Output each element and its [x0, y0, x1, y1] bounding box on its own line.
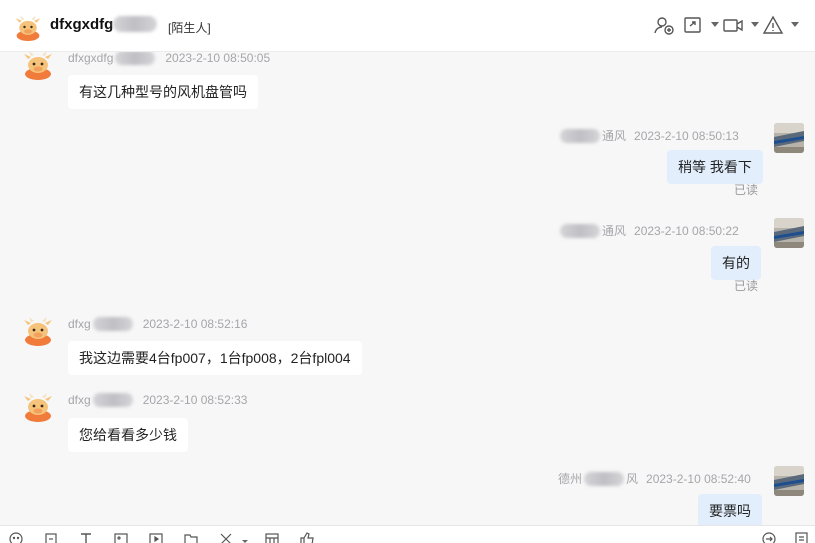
calendar-icon[interactable] — [264, 531, 280, 543]
video-icon[interactable] — [148, 531, 164, 543]
sender-avatar[interactable] — [22, 314, 54, 346]
message-meta: 通风 2023-2-10 08:50:13 — [558, 127, 739, 144]
screenshot-icon[interactable] — [43, 531, 59, 543]
stranger-tag: [陌生人] — [168, 21, 211, 35]
message-meta: 德州风 2023-2-10 08:52:40 — [558, 471, 751, 486]
message-bubble[interactable]: 有的 — [711, 246, 761, 280]
read-status: 已读 — [734, 279, 759, 293]
redacted-text — [560, 223, 600, 238]
read-status: 已读 — [734, 183, 759, 197]
redacted-text — [92, 316, 133, 331]
thumbs-up-icon[interactable] — [299, 531, 315, 543]
scissors-dropdown-caret[interactable] — [240, 531, 250, 543]
add-contact-icon[interactable] — [653, 14, 675, 36]
self-avatar[interactable] — [774, 218, 804, 248]
self-avatar[interactable] — [774, 123, 804, 153]
self-avatar[interactable] — [774, 466, 804, 496]
contact-avatar[interactable] — [14, 13, 42, 41]
message-bubble[interactable]: 要票吗 — [698, 494, 762, 525]
message-bubble[interactable]: 稍等 我看下 — [667, 150, 763, 184]
send-arrow-icon[interactable] — [761, 531, 777, 543]
share-icon[interactable] — [682, 14, 704, 36]
message-meta: dfxg 2023-2-10 08:52:33 — [68, 392, 248, 407]
message-bubble[interactable]: 有这几种型号的风机盘管吗 — [68, 75, 258, 109]
font-icon[interactable] — [78, 531, 94, 543]
scissors-icon[interactable] — [218, 531, 234, 543]
redacted-text — [560, 128, 600, 143]
redacted-text — [115, 52, 156, 65]
input-toolbar — [0, 525, 815, 543]
redacted-text — [584, 471, 625, 486]
contact-name[interactable]: dfxgxdfg — [50, 15, 158, 33]
history-icon[interactable] — [794, 531, 810, 543]
sender-avatar[interactable] — [22, 52, 54, 80]
redacted-text — [113, 15, 158, 32]
message-list[interactable]: dfxgxdfg 2023-2-10 08:50:05 有这几种型号的风机盘管吗 … — [0, 52, 815, 525]
report-icon[interactable] — [762, 14, 784, 36]
emoji-icon[interactable] — [8, 531, 24, 543]
message-bubble[interactable]: 我这边需要4台fp007，1台fp008，2台fpl004 — [68, 341, 362, 375]
message-meta: 通风 2023-2-10 08:50:22 — [558, 222, 739, 239]
sender-avatar[interactable] — [22, 390, 54, 422]
message-bubble[interactable]: 您给看看多少钱 — [68, 418, 188, 452]
chat-header: dfxgxdfg [陌生人] — [0, 0, 815, 52]
video-dropdown-caret[interactable] — [751, 20, 759, 28]
video-call-icon[interactable] — [722, 14, 744, 36]
more-icon[interactable] — [791, 20, 799, 28]
folder-icon[interactable] — [183, 531, 199, 543]
image-icon[interactable] — [113, 531, 129, 543]
share-dropdown-caret[interactable] — [711, 20, 719, 28]
redacted-text — [92, 392, 133, 407]
message-meta: dfxgxdfg 2023-2-10 08:50:05 — [68, 52, 271, 65]
message-meta: dfxg 2023-2-10 08:52:16 — [68, 316, 248, 331]
